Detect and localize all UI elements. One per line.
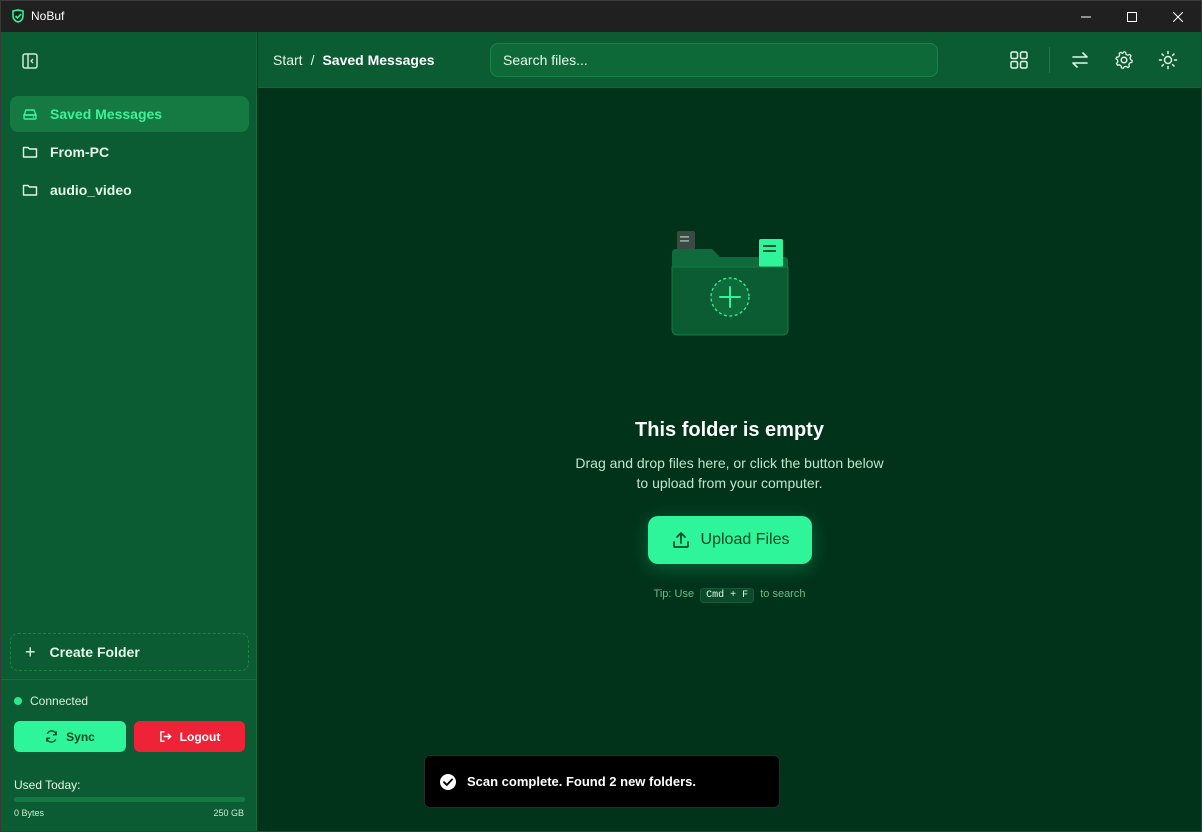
maximize-button[interactable] <box>1109 1 1155 32</box>
sidebar-collapse-icon[interactable] <box>21 52 39 70</box>
breadcrumb: Start / Saved Messages <box>273 52 435 68</box>
app-logo-icon <box>12 9 24 23</box>
breadcrumb-current: Saved Messages <box>322 52 435 68</box>
usage-limit-value: 250 GB <box>213 808 244 818</box>
breadcrumb-root[interactable]: Start <box>273 52 303 68</box>
toast-notification: Scan complete. Found 2 new folders. <box>424 755 780 808</box>
close-button[interactable] <box>1155 1 1201 32</box>
check-circle-icon <box>440 773 456 790</box>
empty-folder-illustration <box>671 231 789 336</box>
transfers-icon <box>1072 52 1088 68</box>
logout-icon <box>159 731 172 742</box>
main-content: This folder is empty Drag and drop files… <box>258 89 1201 831</box>
transfers-button[interactable] <box>1069 49 1091 71</box>
sidebar-item-from-pc[interactable]: From-PC <box>10 134 249 170</box>
theme-toggle-button[interactable] <box>1157 49 1179 71</box>
create-folder-button[interactable]: + Create Folder <box>10 633 249 671</box>
usage-label: Used Today: <box>14 778 81 792</box>
breadcrumb-separator: / <box>310 52 315 68</box>
title-bar: NoBuf <box>1 1 1201 32</box>
sidebar: Saved Messages From-PC audio_video + Cre… <box>1 32 257 831</box>
connection-status: Connected <box>14 694 88 708</box>
empty-state-description: Drag and drop files here, or click the b… <box>258 453 1201 493</box>
folder-icon <box>22 146 38 158</box>
empty-state-title: This folder is empty <box>635 419 824 441</box>
logout-label: Logout <box>179 729 221 744</box>
app-window: NoBuf Saved Messages From-PC audio_video… <box>0 0 1202 832</box>
maximize-icon <box>1127 11 1137 22</box>
header-divider <box>1049 47 1050 73</box>
tip-suffix: to search <box>760 588 806 600</box>
tip-prefix: Tip: Use <box>653 588 695 600</box>
sidebar-divider <box>1 679 257 680</box>
create-folder-label: Create Folder <box>49 644 140 660</box>
upload-files-button[interactable]: Upload Files <box>648 516 812 564</box>
upload-files-label: Upload Files <box>700 531 790 548</box>
grid-view-button[interactable] <box>1008 49 1030 71</box>
sidebar-item-label: audio_video <box>50 182 132 198</box>
minimize-button[interactable] <box>1063 1 1109 32</box>
sidebar-item-saved-messages[interactable]: Saved Messages <box>10 96 249 132</box>
close-icon <box>1173 11 1183 22</box>
sync-button[interactable]: Sync <box>14 721 126 752</box>
refresh-icon <box>46 730 57 743</box>
sync-label: Sync <box>66 729 95 744</box>
logout-button[interactable]: Logout <box>134 721 245 752</box>
minimize-icon <box>1081 16 1091 17</box>
usage-progress-bar <box>14 797 245 802</box>
folder-icon <box>22 184 38 196</box>
status-text: Connected <box>30 694 89 708</box>
drive-icon <box>22 109 38 120</box>
toast-message: Scan complete. Found 2 new folders. <box>467 774 696 789</box>
sidebar-item-label: Saved Messages <box>50 106 163 122</box>
search-tip: Tip: Use Cmd + F to search <box>258 588 1201 603</box>
plus-icon: + <box>25 641 36 662</box>
settings-icon <box>1115 51 1133 69</box>
usage-used-value: 0 Bytes <box>14 808 45 818</box>
empty-state-desc-line2: to upload from your computer. <box>636 475 823 491</box>
sidebar-item-label: From-PC <box>50 144 110 160</box>
theme-icon <box>1158 50 1178 70</box>
keyboard-shortcut: Cmd + F <box>700 588 755 603</box>
search-input[interactable] <box>490 43 938 77</box>
status-dot-icon <box>14 697 22 705</box>
sidebar-item-audio-video[interactable]: audio_video <box>10 172 249 208</box>
grid-view-icon <box>1010 51 1028 69</box>
upload-icon <box>672 532 689 548</box>
window-title: NoBuf <box>31 9 65 23</box>
empty-state-desc-line1: Drag and drop files here, or click the b… <box>575 455 884 471</box>
top-header: Start / Saved Messages <box>258 32 1201 88</box>
settings-button[interactable] <box>1113 49 1135 71</box>
